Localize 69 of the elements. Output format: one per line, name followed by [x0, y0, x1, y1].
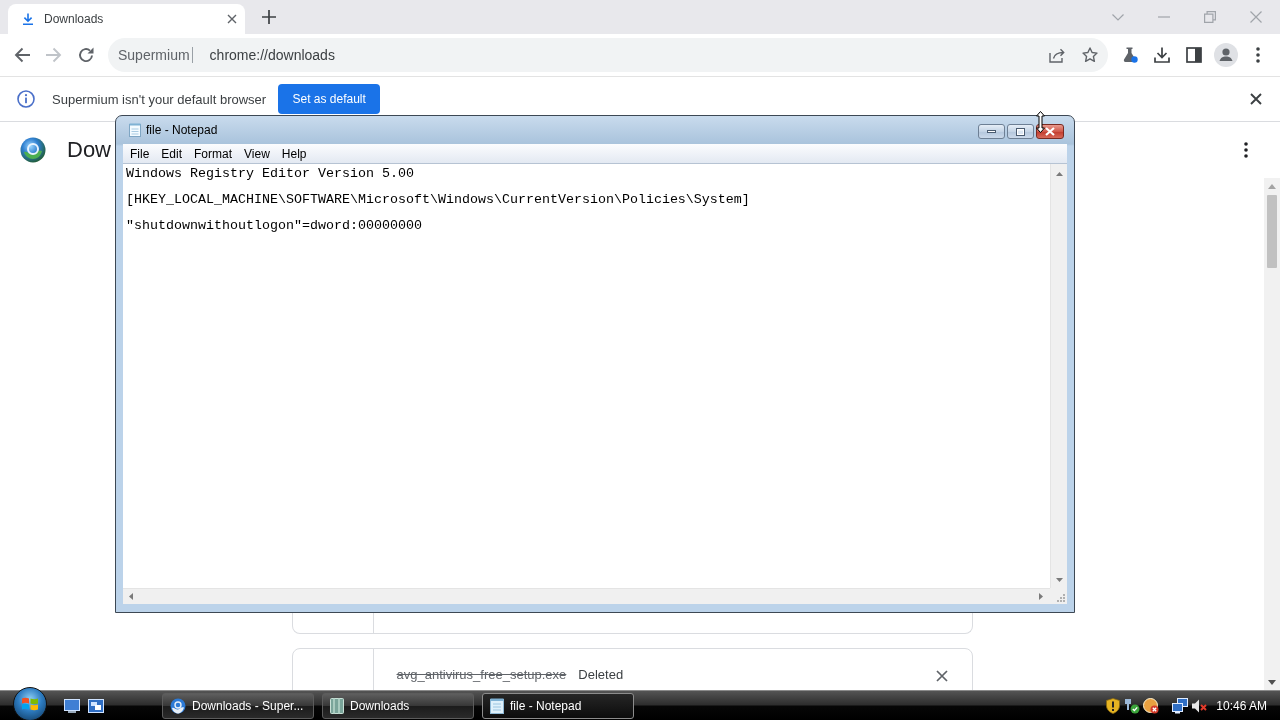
page-title: Dow [67, 137, 111, 163]
text-line: Windows Registry Editor Version 5.00 [126, 166, 415, 181]
url-text: chrome://downloads [209, 47, 335, 63]
close-icon[interactable] [227, 14, 237, 24]
show-desktop-icon[interactable] [64, 698, 80, 713]
minimize-icon [987, 130, 996, 133]
menu-item[interactable]: View [238, 146, 276, 161]
menu-item[interactable]: Edit [155, 146, 189, 161]
shield-warning-icon[interactable] [1105, 697, 1122, 714]
vertical-scrollbar[interactable] [1050, 164, 1067, 588]
browser-tab[interactable]: Downloads [8, 4, 245, 34]
scrollbar[interactable] [1264, 178, 1280, 690]
muted-speaker-icon[interactable] [1191, 697, 1208, 714]
download-icon [22, 13, 34, 25]
scroll-right-icon[interactable] [1039, 593, 1043, 600]
share-icon[interactable] [1049, 47, 1065, 63]
menu-item[interactable]: Format [188, 146, 239, 161]
download-status: Deleted [578, 667, 624, 682]
menu-item[interactable]: File [124, 146, 156, 161]
address-bar[interactable]: Supermium chrome://downloads [108, 38, 1108, 72]
side-panel-icon[interactable] [1186, 47, 1202, 63]
more-menu-icon[interactable] [1256, 47, 1260, 63]
download-icon[interactable] [1154, 47, 1170, 63]
resize-grip-icon[interactable] [1056, 593, 1065, 602]
back-arrow-icon[interactable] [14, 47, 30, 63]
scroll-up-icon[interactable] [1055, 172, 1063, 176]
window-title: file - Notepad [146, 123, 218, 137]
globe-logo-icon [20, 137, 46, 163]
clock[interactable]: 10:46 AM [1216, 698, 1267, 713]
taskbar-button[interactable]: file - Notepad [482, 692, 634, 719]
infobar-message: Supermium isn't your default browser [52, 91, 267, 107]
windows-logo-icon [21, 695, 39, 712]
scroll-down-icon[interactable] [1055, 578, 1063, 582]
switch-windows-icon[interactable] [88, 698, 104, 713]
file-name: avg_antivirus_free_setup.exe [396, 667, 567, 682]
taskbar-button[interactable]: Downloads [322, 692, 474, 719]
scrollbar-thumb[interactable] [1267, 195, 1277, 268]
site-name: Supermium [118, 47, 190, 63]
folder-icon [330, 697, 344, 714]
scroll-down-icon[interactable] [1268, 680, 1276, 685]
taskbar-button[interactable]: Downloads - Super... [162, 692, 314, 719]
horizontal-scrollbar[interactable] [123, 588, 1050, 604]
more-menu-icon[interactable] [1244, 142, 1248, 158]
maximize-icon [1016, 127, 1025, 136]
new-tab-icon[interactable] [262, 10, 276, 24]
info-icon [17, 90, 35, 108]
resize-cursor-icon [1036, 111, 1045, 133]
notepad-icon [129, 123, 141, 137]
notepad-icon [490, 697, 504, 714]
error-badge-icon[interactable] [1143, 697, 1160, 714]
menu-item[interactable]: Help [275, 146, 313, 161]
text-area[interactable]: Windows Registry Editor Version 5.00 [HKEY_LOCAL_MACHINE\SOFTWARE\Microsoft\Windows\CurrentVersion\Policies\System] "shutdownwithoutlogon"=dword:00000000 [123, 164, 1050, 588]
text-line: "shutdownwithoutlogon"=dword:00000000 [126, 218, 423, 233]
set-default-button[interactable]: Set as default [278, 84, 381, 114]
maximize-button[interactable] [1007, 124, 1034, 139]
minimize-button[interactable] [978, 124, 1005, 139]
profile-avatar-icon[interactable] [1214, 43, 1238, 67]
star-icon[interactable] [1082, 47, 1098, 63]
flask-icon[interactable] [1122, 47, 1138, 63]
start-button[interactable] [13, 686, 47, 720]
reload-icon[interactable] [78, 47, 94, 63]
scroll-left-icon[interactable] [129, 593, 133, 600]
globe-icon [170, 697, 186, 714]
text-line: [HKEY_LOCAL_MACHINE\SOFTWARE\Microsoft\Windows\CurrentVersion\Policies\System] [126, 192, 751, 207]
network-check-icon[interactable] [1124, 697, 1141, 714]
network-icon[interactable] [1172, 697, 1189, 714]
close-icon [1045, 127, 1055, 136]
remove-icon[interactable] [935, 670, 948, 682]
close-icon[interactable] [1250, 93, 1262, 105]
